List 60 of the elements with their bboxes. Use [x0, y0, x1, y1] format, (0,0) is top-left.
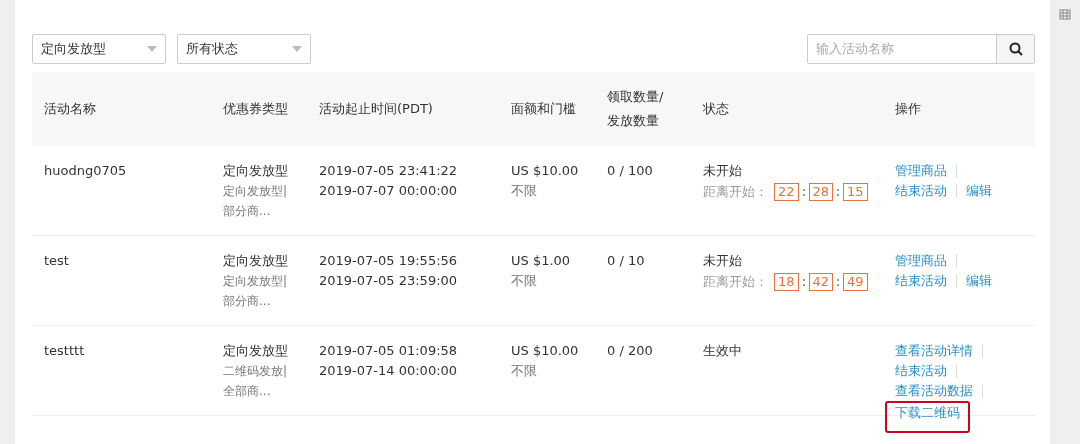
coupon-type-detail: 二维码发放|全部商...: [223, 363, 289, 400]
countdown-digits: 49: [843, 273, 868, 291]
countdown-digits: 15: [843, 183, 868, 201]
search-field[interactable]: 输入活动名称: [808, 35, 996, 63]
column-header: 领取数量/发放数量: [607, 88, 665, 130]
coupon-type-detail: 定向发放型|部分商...: [223, 183, 289, 220]
column-header: 优惠券类型: [223, 100, 289, 118]
end-time: 2019-07-07 00:00:00: [319, 182, 459, 200]
action-link[interactable]: 管理商品: [895, 161, 947, 181]
threshold: 不限: [511, 182, 538, 200]
action-link[interactable]: 查看活动数据: [895, 381, 973, 401]
action-link[interactable]: 结束活动: [895, 181, 947, 201]
action-link[interactable]: 编辑: [966, 271, 992, 291]
threshold: 不限: [511, 272, 538, 290]
coupon-type: 定向发放型: [223, 342, 289, 360]
amount: US $10.00: [511, 162, 580, 180]
caret-icon: [292, 46, 302, 52]
countdown-digits: 28: [808, 183, 834, 201]
filter-dropdown[interactable]: 所有状态: [177, 34, 311, 64]
campaign-name: test: [44, 253, 69, 268]
end-time: 2019-07-05 23:59:00: [319, 272, 459, 290]
coupon-type: 定向发放型: [223, 252, 289, 270]
column-header: 操作: [895, 100, 921, 118]
status: 生效中: [703, 342, 743, 360]
amount: US $10.00: [511, 342, 580, 360]
countdown-label: 距离开始：: [703, 273, 768, 291]
threshold: 不限: [511, 362, 538, 380]
action-link[interactable]: 结束活动: [895, 271, 947, 291]
claimed-count: 0 / 10: [607, 253, 645, 268]
status: 未开始: [703, 162, 743, 180]
action-link[interactable]: 结束活动: [895, 361, 947, 381]
filter-dropdown[interactable]: 定向发放型: [32, 34, 166, 64]
claimed-count: 0 / 200: [607, 343, 653, 358]
action-link[interactable]: 查看活动详情: [895, 341, 973, 361]
countdown-digits: 42: [808, 273, 834, 291]
end-time: 2019-07-14 00:00:00: [319, 362, 459, 380]
start-time: 2019-07-05 23:41:22: [319, 162, 459, 180]
coupon-type: 定向发放型: [223, 162, 289, 180]
countdown-digits: 18: [774, 273, 799, 291]
start-time: 2019-07-05 19:55:56: [319, 252, 459, 270]
campaign-name: testttt: [44, 343, 85, 358]
action-link[interactable]: 下载二维码: [885, 401, 970, 433]
status: 未开始: [703, 252, 743, 270]
action-link[interactable]: 编辑: [966, 181, 992, 201]
caret-icon: [147, 46, 157, 52]
claimed-count: 0 / 100: [607, 163, 653, 178]
campaign-name: huodng0705: [44, 163, 127, 178]
countdown-digits: 22: [774, 183, 799, 201]
column-header: 活动起止时间(PDT): [319, 100, 434, 118]
action-link[interactable]: 管理商品: [895, 251, 947, 271]
search-box[interactable]: 输入活动名称: [807, 34, 1035, 64]
amount: US $1.00: [511, 252, 572, 270]
coupon-type-detail: 定向发放型|部分商...: [223, 273, 289, 310]
column-header: 状态: [703, 100, 730, 118]
search-icon: [1008, 42, 1023, 56]
search-button[interactable]: [996, 35, 1034, 63]
column-header: 活动名称: [44, 100, 97, 118]
start-time: 2019-07-05 01:09:58: [319, 342, 459, 360]
column-header: 面额和门槛: [511, 100, 577, 118]
countdown-label: 距离开始：: [703, 183, 768, 201]
